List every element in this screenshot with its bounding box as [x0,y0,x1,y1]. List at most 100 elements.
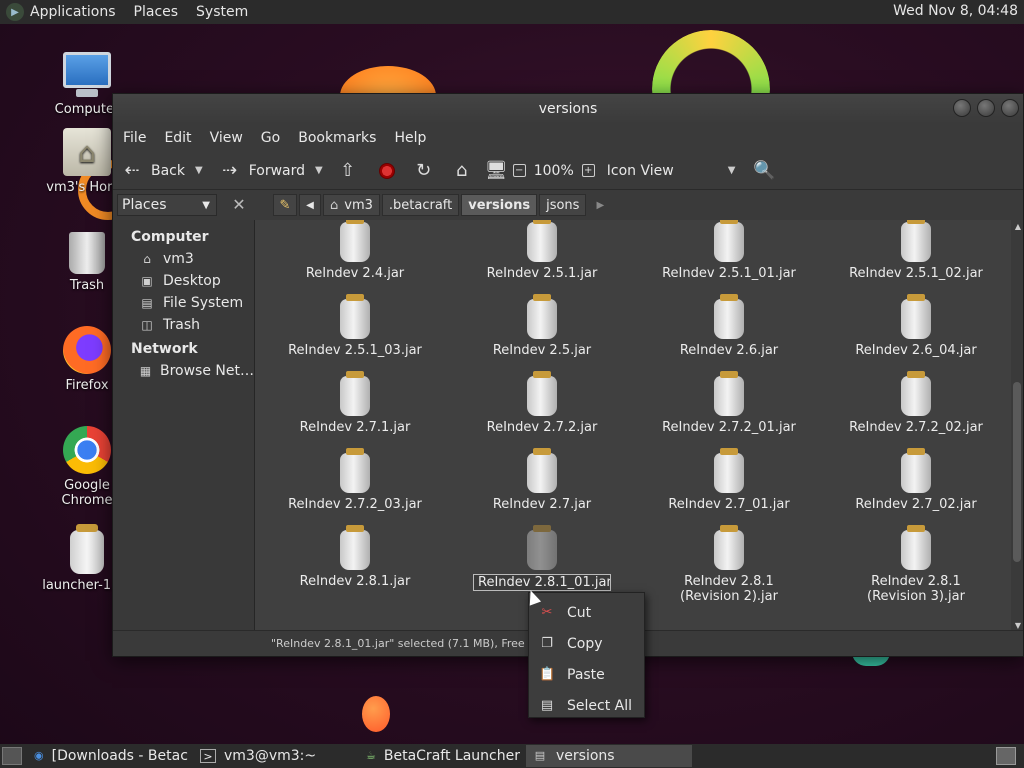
clock[interactable]: Wed Nov 8, 04:48 [893,3,1018,19]
close-sidebar-button[interactable]: ✕ [229,195,249,215]
zoom-out-button[interactable]: − [512,164,526,177]
file-item[interactable]: ReIndev 2.6.jar [654,294,804,358]
up-button[interactable]: ⇧ [337,160,359,182]
zoom-in-button[interactable]: + [581,164,595,177]
file-item-selected[interactable]: ReIndev 2.8.1_01.jar [467,525,617,595]
context-menu-cut[interactable]: ✂ Cut [529,597,644,628]
file-icon-grid[interactable]: ▲ ▼ ReIndev 2.4.jar ReIndev 2.5.1.jar ReIn… [255,220,1023,632]
jar-file-icon [340,448,370,493]
forward-history-dropdown[interactable]: ▼ [315,165,323,176]
file-item[interactable]: ReIndev 2.7.2.jar [467,371,617,435]
sidebar-item-trash[interactable]: ◫ Trash [113,314,254,336]
computer-button[interactable]: 🖥 [485,160,508,182]
taskbar-item-terminal[interactable]: > vm3@vm3:~ [194,745,354,767]
show-desktop-button[interactable] [2,747,22,765]
scrollbar-thumb[interactable] [1013,382,1021,562]
minimize-button[interactable] [953,99,971,117]
file-item[interactable]: ReIndev 2.5.1_03.jar [280,294,430,358]
file-item[interactable]: ReIndev 2.5.1_02.jar [841,220,991,281]
menu-view[interactable]: View [210,130,243,146]
applications-menu[interactable]: Applications [30,4,116,20]
back-button[interactable]: ⇠ Back ▼ [121,159,203,182]
file-name: ReIndev 2.5.1.jar [486,266,598,281]
paste-icon: 📋 [539,666,556,682]
menu-file[interactable]: File [123,130,146,146]
context-menu-paste[interactable]: 📋 Paste [529,659,644,690]
stop-button[interactable] [375,162,395,179]
file-name: ReIndev 2.5.1_03.jar [288,343,422,358]
scroll-down-arrow[interactable]: ▼ [1015,621,1021,630]
reload-button[interactable]: ↻ [413,160,435,182]
file-item[interactable]: ReIndev 2.7_02.jar [841,448,991,512]
file-item[interactable]: ReIndev 2.8.1.jar [280,525,430,589]
system-menu[interactable]: System [196,4,248,20]
file-item[interactable]: ReIndev 2.8.1 (Revision 2).jar [654,525,804,604]
sidebar-type-select[interactable]: Places ▼ [117,194,217,216]
file-item[interactable]: ReIndev 2.5.1_01.jar [654,220,804,281]
file-item[interactable]: ReIndev 2.5.1.jar [467,220,617,281]
jar-file-icon [527,448,557,493]
view-mode-select[interactable]: Icon View ▼ [607,163,736,179]
zoom-out-icon: − [512,164,526,177]
file-name: ReIndev 2.7.2_01.jar [662,420,796,435]
breadcrumb-vm3[interactable]: ⌂ vm3 [323,194,380,216]
rename-input[interactable]: ReIndev 2.8.1_01.jar [473,574,611,591]
breadcrumb-jsons[interactable]: jsons [539,194,587,216]
file-item[interactable]: ReIndev 2.7.2_03.jar [280,448,430,512]
taskbar-item-versions[interactable]: ▤ versions [526,745,692,767]
maximize-button[interactable] [977,99,995,117]
close-window-button[interactable] [1001,99,1019,117]
scroll-up-arrow[interactable]: ▲ [1015,222,1021,231]
context-menu-select-all[interactable]: ▤ Select All [529,690,644,721]
network-icon: ▦ [139,364,152,378]
home-button[interactable]: ⌂ [451,160,473,182]
breadcrumb-left-arrow[interactable]: ◀ [299,194,321,216]
sidebar-item-desktop[interactable]: ▣ Desktop [113,270,254,292]
vertical-scrollbar[interactable]: ▲ ▼ [1011,220,1023,632]
breadcrumb-right-arrow[interactable]: ▶ [596,200,604,211]
chrome-icon: ◉ [34,749,44,762]
jar-icon [70,524,104,574]
breadcrumb-betacraft[interactable]: .betacraft [381,194,460,216]
taskbar-item-betacraft[interactable]: ☕ BetaCraft Launcher … [360,745,520,767]
jar-file-icon [714,448,744,493]
menu-go[interactable]: Go [261,130,280,146]
trash-icon: ◫ [141,318,153,332]
sidebar-item-vm3[interactable]: ⌂ vm3 [113,248,254,270]
workspace-switcher[interactable] [996,747,1016,765]
file-item[interactable]: ReIndev 2.7.2_02.jar [841,371,991,435]
forward-button[interactable]: ⇢ Forward ▼ [219,160,323,182]
zoom-level[interactable]: 100% [534,163,574,179]
file-name: ReIndev 2.4.jar [305,266,405,281]
trash-icon [69,232,105,274]
home-icon: ⌂ [330,197,339,213]
back-history-dropdown[interactable]: ▼ [195,165,203,176]
search-button[interactable]: 🔍 [753,160,775,182]
menu-help[interactable]: Help [394,130,426,146]
menu-bookmarks[interactable]: Bookmarks [298,130,376,146]
breadcrumb-versions[interactable]: versions [461,194,538,216]
sidebar-item-browse-network[interactable]: ▦ Browse Net… [113,360,254,382]
file-item[interactable]: ReIndev 2.7.1.jar [280,371,430,435]
file-manager-window: versions File Edit View Go Bookmarks Hel… [112,93,1024,657]
menu-edit[interactable]: Edit [164,130,191,146]
taskbar-item-downloads[interactable]: ◉ [Downloads - Betac… [28,745,188,767]
file-name: ReIndev 2.5.jar [492,343,592,358]
sidebar-heading-network: Network [131,341,198,357]
file-item[interactable]: ReIndev 2.4.jar [280,220,430,281]
file-item[interactable]: ReIndev 2.5.jar [467,294,617,358]
window-titlebar[interactable]: versions [113,94,1023,124]
bottom-taskbar: ◉ [Downloads - Betac… > vm3@vm3:~ ☕ Beta… [0,744,1024,768]
back-arrow-icon: ⇠ [124,159,140,181]
places-menu[interactable]: Places [134,4,179,20]
file-item[interactable]: ReIndev 2.7_01.jar [654,448,804,512]
file-item[interactable]: ReIndev 2.6_04.jar [841,294,991,358]
file-item[interactable]: ReIndev 2.8.1 (Revision 3).jar [841,525,991,604]
file-item[interactable]: ReIndev 2.7.2_01.jar [654,371,804,435]
file-item[interactable]: ReIndev 2.7.jar [467,448,617,512]
sidebar-item-file-system[interactable]: ▤ File System [113,292,254,314]
toggle-location-entry-button[interactable]: ✎ [273,194,297,216]
file-name: ReIndev 2.8.1 (Revision 3).jar [867,574,965,604]
distro-logo-icon[interactable]: ▶ [6,3,24,21]
context-menu-copy[interactable]: ❐ Copy [529,628,644,659]
